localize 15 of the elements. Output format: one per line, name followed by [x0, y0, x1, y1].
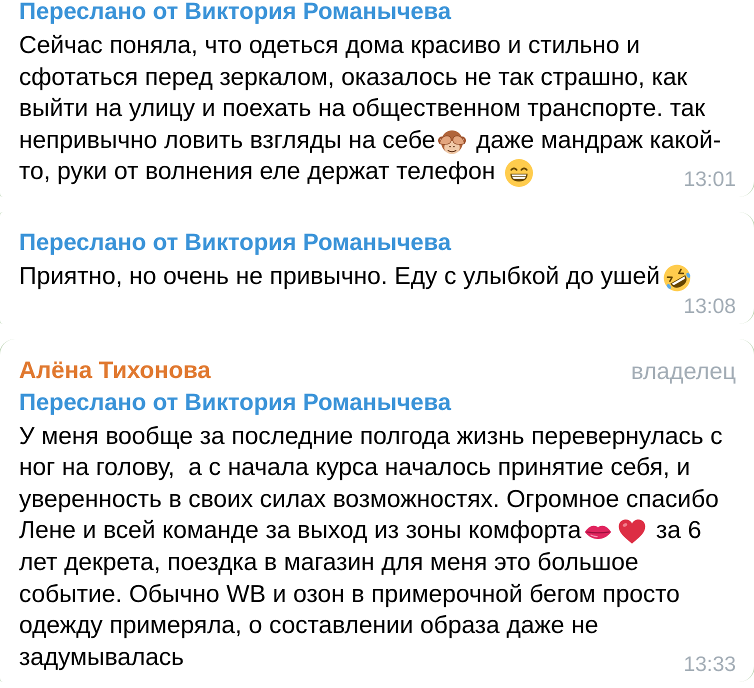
- message-time: 13:08: [683, 296, 736, 318]
- author-name[interactable]: Алёна Тихонова: [19, 354, 211, 387]
- monkey-covering-eyes-icon: [438, 128, 466, 156]
- message-time: 13:33: [683, 654, 736, 676]
- heart-icon: [618, 518, 646, 546]
- message-text: Приятно, но очень не привычно. Еду с улыбкой до ушей 13:08: [19, 262, 736, 315]
- message-text: У меня вообще за последние полгода жизнь перевернулась с ног на голову, а с начала курса началось принятие себя, и уверенность в своих силах возможностях. Огромное спасибо Лене и всей команде за выход из зоны комфорта за 6 лет декрета, поездка в магазин для меня это большое событие. Обычно WB и озон в примерочной бегом просто одежду примеряла, о составлении образа даже не задумывалась 13:33: [19, 422, 736, 674]
- author-role: владелец: [631, 356, 736, 386]
- forwarded-from-label[interactable]: Переслано от Виктория Романычева: [19, 390, 451, 416]
- laughing-tears-face-icon: [662, 264, 691, 292]
- forwarded-from-label[interactable]: Переслано от Виктория Романычева: [19, 230, 451, 256]
- grinning-face-icon: [505, 159, 534, 188]
- forwarded-from-label[interactable]: Переслано от Виктория Романычева: [19, 0, 451, 25]
- message-time: 13:01: [683, 168, 736, 191]
- message-text: Сейчас поняла, что одеться дома красиво и стильно и сфотаться перед зеркалом, оказалось не так страшно, как выйти на улицу и поехать на общественном транспорте. так непривычно ловить взгляды на себе даже мандраж какой-то, руки от волнения еле держат телефон 13:01: [19, 31, 736, 188]
